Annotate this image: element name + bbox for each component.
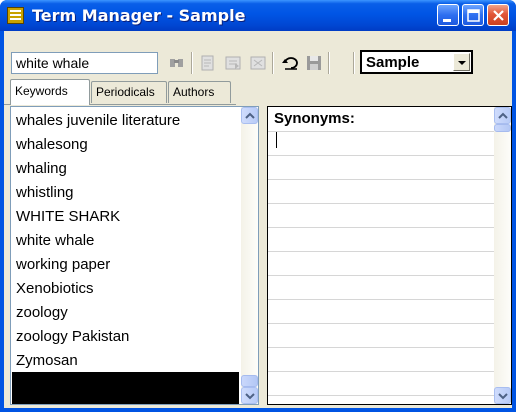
scroll-down-button[interactable] xyxy=(494,387,511,404)
add-term-icon xyxy=(201,55,214,71)
list-item[interactable]: whales juvenile literature xyxy=(16,109,180,133)
toolbar-separator xyxy=(328,52,330,74)
toolbar-separator xyxy=(272,52,274,74)
term-manager-window: Term Manager - Sample white whale Sample… xyxy=(0,0,516,412)
list-item[interactable]: whaling xyxy=(16,157,67,181)
synonyms-scrollbar[interactable] xyxy=(494,107,511,404)
synonym-row-line xyxy=(268,371,496,372)
list-item[interactable]: WHITE SHARK xyxy=(16,205,120,229)
synonym-row-line xyxy=(268,155,496,156)
tab-authors[interactable]: Authors xyxy=(168,81,231,103)
synonyms-pane[interactable]: Synonyms: xyxy=(267,106,512,405)
toolbar-separator xyxy=(191,52,193,74)
save-icon xyxy=(307,56,321,70)
save-button[interactable] xyxy=(303,52,325,74)
chevron-down-icon xyxy=(245,393,255,400)
tab-periodicals[interactable]: Periodicals xyxy=(91,81,167,103)
client-area: Sample Keywords Periodicals Authors whal… xyxy=(4,31,512,408)
list-item[interactable]: zoology Pakistan xyxy=(16,325,129,349)
synonym-row-line xyxy=(268,131,496,132)
text-caret xyxy=(276,132,277,148)
title-bar[interactable]: Term Manager - Sample xyxy=(0,0,516,31)
synonym-row-line xyxy=(268,251,496,252)
undo-icon xyxy=(282,57,298,70)
scroll-down-button[interactable] xyxy=(241,387,258,404)
scroll-thumb[interactable] xyxy=(241,375,258,387)
keywords-scrollbar[interactable] xyxy=(241,107,258,404)
database-select-value: Sample xyxy=(366,54,420,71)
synonym-row-line xyxy=(268,395,496,396)
search-input[interactable] xyxy=(11,52,158,74)
list-item[interactable]: working paper xyxy=(16,253,110,277)
undo-button[interactable] xyxy=(279,52,301,74)
list-item[interactable]: white whale xyxy=(16,229,94,253)
add-entry-button[interactable] xyxy=(222,52,244,74)
delete-entry-icon xyxy=(250,56,266,70)
app-icon xyxy=(7,7,24,24)
chevron-down-icon xyxy=(498,393,508,400)
close-icon xyxy=(493,10,504,21)
window-title: Term Manager - Sample xyxy=(32,6,246,25)
list-item[interactable]: zoology xyxy=(16,301,68,325)
synonym-row-line xyxy=(268,275,496,276)
synonym-row-line xyxy=(268,227,496,228)
synonym-row-line xyxy=(268,203,496,204)
synonyms-header: Synonyms: xyxy=(274,110,355,127)
list-item[interactable]: whistling xyxy=(16,181,74,205)
keywords-list[interactable]: whales juvenile literature whalesong wha… xyxy=(10,106,259,405)
maximize-button[interactable] xyxy=(462,4,484,26)
close-button[interactable] xyxy=(487,4,509,26)
add-term-button[interactable] xyxy=(197,52,219,74)
scroll-up-button[interactable] xyxy=(241,107,258,124)
find-button[interactable] xyxy=(166,52,188,74)
scroll-thumb[interactable] xyxy=(494,124,511,132)
synonym-row-line xyxy=(268,347,496,348)
synonym-row-line xyxy=(268,179,496,180)
synonym-row-line xyxy=(268,299,496,300)
minimize-icon xyxy=(443,19,451,22)
minimize-button[interactable] xyxy=(437,4,459,26)
chevron-up-icon xyxy=(498,112,508,119)
selected-empty-row[interactable] xyxy=(12,372,239,404)
database-select[interactable]: Sample xyxy=(360,50,473,74)
list-item[interactable]: whalesong xyxy=(16,133,88,157)
maximize-icon xyxy=(467,9,480,22)
scroll-up-button[interactable] xyxy=(494,107,511,124)
chevron-up-icon xyxy=(245,112,255,119)
list-item[interactable]: Xenobiotics xyxy=(16,277,94,301)
tab-keywords[interactable]: Keywords xyxy=(10,79,90,105)
synonym-row-line xyxy=(268,323,496,324)
dropdown-arrow-icon[interactable] xyxy=(453,53,470,71)
toolbar-separator xyxy=(353,52,355,74)
list-item[interactable]: Zymosan xyxy=(16,349,78,373)
delete-entry-button[interactable] xyxy=(247,52,269,74)
add-entry-icon xyxy=(225,56,241,70)
binoculars-icon xyxy=(170,59,183,67)
